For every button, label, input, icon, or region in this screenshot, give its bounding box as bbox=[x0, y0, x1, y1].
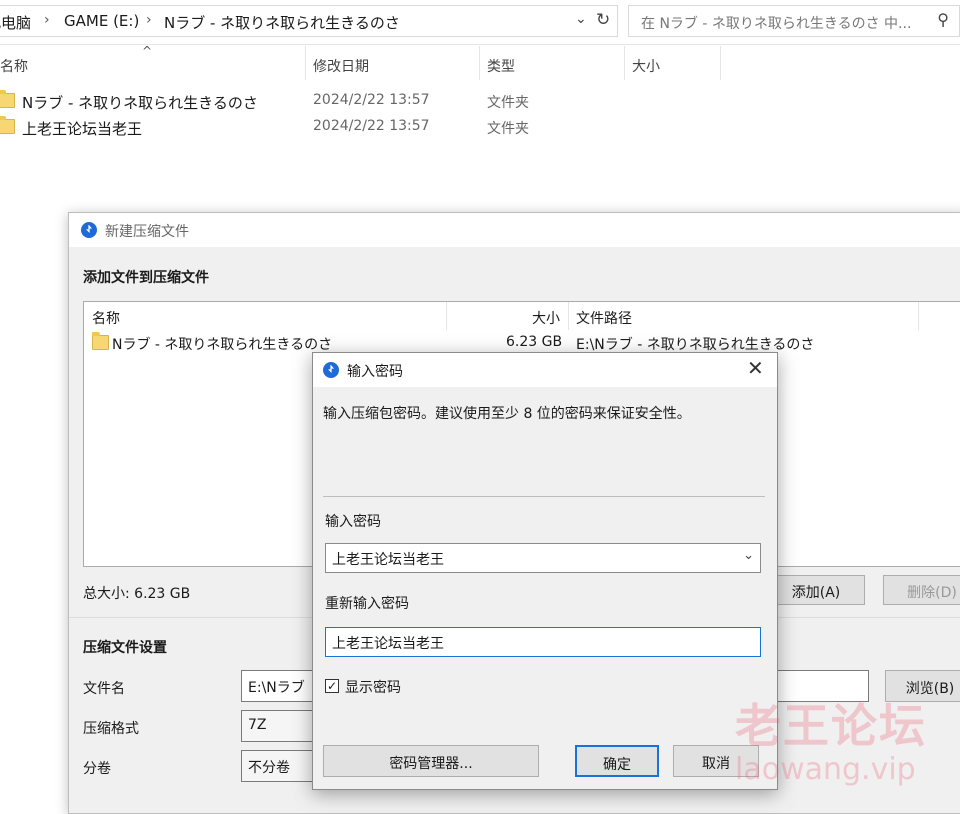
file-type: 文件夹 bbox=[487, 121, 529, 137]
add-button[interactable]: 添加(A) bbox=[767, 575, 865, 605]
column-header-size[interactable]: 大小 bbox=[632, 56, 660, 76]
list-item-name: Nラブ - ネ取りネ取られ生きるのさ bbox=[112, 337, 333, 353]
sort-arrow-icon: ^ bbox=[142, 44, 153, 58]
divider bbox=[323, 496, 765, 497]
ok-button[interactable]: 确定 bbox=[575, 745, 659, 777]
watermark-text: 老王论坛 bbox=[735, 699, 927, 753]
dialog-title: 输入密码 bbox=[347, 364, 403, 380]
folder-icon bbox=[0, 90, 15, 108]
total-size: 总大小: 6.23 GB bbox=[83, 586, 191, 602]
archive-titlebar[interactable]: 新建压缩文件 bbox=[69, 213, 960, 247]
column-divider[interactable] bbox=[446, 302, 447, 330]
list-header-path[interactable]: 文件路径 bbox=[576, 308, 632, 328]
show-password-checkbox[interactable]: ✓ 显示密码 bbox=[325, 677, 525, 697]
column-divider[interactable] bbox=[568, 302, 569, 330]
password-input[interactable]: 上老王论坛当老王 ⌄ bbox=[325, 543, 761, 573]
file-date: 2024/2/22 13:57 bbox=[313, 118, 430, 134]
refresh-icon[interactable]: ↻ bbox=[596, 10, 610, 30]
column-header-type[interactable]: 类型 bbox=[487, 56, 515, 76]
delete-button[interactable]: 删除(D) bbox=[883, 575, 960, 605]
search-placeholder: 在 Nラブ - ネ取りネ取られ生きるのさ 中... bbox=[641, 16, 912, 32]
dialog-titlebar[interactable]: 输入密码 ✕ bbox=[313, 353, 777, 387]
password-value: 上老王论坛当老王 bbox=[332, 552, 444, 568]
list-item-path: E:\Nラブ - ネ取りネ取られ生きるのさ bbox=[576, 337, 815, 353]
breadcrumb-drive[interactable]: GAME (E:) bbox=[64, 12, 139, 30]
chevron-down-icon[interactable]: ⌄ bbox=[743, 548, 754, 563]
file-name: Nラブ - ネ取りネ取られ生きるのさ bbox=[22, 94, 258, 112]
split-label: 分卷 bbox=[83, 761, 111, 777]
password-label: 输入密码 bbox=[325, 514, 381, 530]
filename-label: 文件名 bbox=[83, 681, 125, 697]
section-settings: 压缩文件设置 bbox=[83, 640, 167, 656]
file-row[interactable]: Nラブ - ネ取りネ取られ生きるのさ 2024/2/22 13:57 文件夹 bbox=[0, 90, 600, 114]
chevron-down-icon[interactable]: ⌄ bbox=[575, 11, 587, 27]
breadcrumb-separator-icon: › bbox=[146, 12, 152, 28]
search-input[interactable]: 在 Nラブ - ネ取りネ取られ生きるのさ 中... ⚲ bbox=[628, 5, 960, 37]
archive-title: 新建压缩文件 bbox=[105, 224, 189, 240]
file-type: 文件夹 bbox=[487, 95, 529, 111]
dialog-description: 输入压缩包密码。建议使用至少 8 位的密码来保证安全性。 bbox=[323, 406, 691, 422]
file-row[interactable]: 上老王论坛当老王 2024/2/22 13:57 文件夹 bbox=[0, 116, 600, 140]
column-divider[interactable] bbox=[479, 46, 480, 80]
column-divider[interactable] bbox=[918, 302, 919, 330]
password-manager-button[interactable]: 密码管理器... bbox=[323, 745, 539, 777]
column-divider[interactable] bbox=[624, 46, 625, 80]
reenter-password-input[interactable]: 上老王论坛当老王 bbox=[325, 627, 761, 657]
password-dialog: 输入密码 ✕ 输入压缩包密码。建议使用至少 8 位的密码来保证安全性。 输入密码… bbox=[312, 352, 778, 790]
show-password-label: 显示密码 bbox=[345, 680, 401, 696]
folder-icon bbox=[92, 332, 109, 350]
folder-icon bbox=[0, 116, 15, 134]
column-header-name[interactable]: 名称 bbox=[0, 56, 28, 76]
column-divider[interactable] bbox=[720, 46, 721, 80]
close-icon[interactable]: ✕ bbox=[747, 356, 764, 380]
watermark-url: laowang.vip bbox=[735, 752, 916, 787]
list-item-size: 6.23 GB bbox=[506, 334, 563, 350]
search-icon[interactable]: ⚲ bbox=[937, 10, 949, 29]
list-header-name[interactable]: 名称 bbox=[92, 308, 120, 328]
section-add-files: 添加文件到压缩文件 bbox=[83, 270, 209, 286]
address-bar: 此电脑 › GAME (E:) › Nラブ - ネ取りネ取られ生きるのさ ⌄ ↻… bbox=[0, 0, 960, 45]
column-header-date[interactable]: 修改日期 bbox=[313, 56, 369, 76]
breadcrumb-this-pc[interactable]: 此电脑 bbox=[0, 12, 31, 33]
breadcrumb-separator-icon: › bbox=[44, 12, 50, 28]
file-name: 上老王论坛当老王 bbox=[22, 120, 143, 138]
breadcrumb-folder[interactable]: Nラブ - ネ取りネ取られ生きるのさ bbox=[164, 12, 400, 33]
file-date: 2024/2/22 13:57 bbox=[313, 92, 430, 108]
app-icon bbox=[81, 222, 97, 238]
column-divider[interactable] bbox=[305, 46, 306, 80]
reenter-label: 重新输入密码 bbox=[325, 596, 409, 612]
format-label: 压缩格式 bbox=[83, 721, 139, 737]
checkmark-icon[interactable]: ✓ bbox=[325, 679, 339, 693]
app-icon bbox=[323, 362, 339, 378]
list-header-size[interactable]: 大小 bbox=[532, 308, 560, 328]
